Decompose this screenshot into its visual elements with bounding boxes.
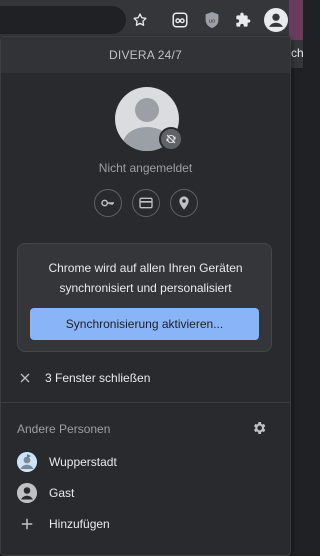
background-page: ch (289, 40, 304, 68)
passwords-button[interactable] (94, 189, 122, 217)
sign-in-status: Nicht angemeldet (98, 161, 193, 175)
manage-profiles-gear-icon[interactable] (251, 420, 267, 436)
location-pin-icon (179, 196, 189, 210)
sync-promo-text: Chrome wird auf allen Ihren Geräten sync… (48, 261, 243, 295)
payment-methods-button[interactable] (132, 189, 160, 217)
other-people-heading: Andere Personen (17, 422, 111, 436)
sync-promo-card: Chrome wird auf allen Ihren Geräten sync… (17, 243, 272, 352)
add-profile-label: Hinzufügen (49, 517, 110, 531)
sync-paused-icon (159, 127, 183, 151)
menu-divider (1, 402, 290, 403)
profile-name-header: DIVERA 24/7 (1, 37, 290, 73)
svg-text:uo: uo (209, 18, 215, 24)
add-profile-item[interactable]: Hinzufügen (1, 509, 290, 539)
profile-item-wupperstadt[interactable]: Wupperstadt (1, 447, 290, 477)
background-text: ch (291, 46, 304, 60)
close-icon (17, 370, 33, 386)
turn-on-sync-button[interactable]: Synchronisierung aktivieren... (30, 308, 259, 340)
profile-icon[interactable] (264, 8, 288, 32)
ublock-icon[interactable]: uo (202, 10, 222, 30)
profile-item-label: Wupperstadt (49, 455, 117, 469)
profile-menu: DIVERA 24/7 Nicht angemeldet Chrome wird… (0, 36, 291, 556)
key-icon (101, 199, 114, 207)
close-windows-item[interactable]: 3 Fenster schließen (1, 363, 290, 393)
star-icon[interactable] (130, 10, 150, 30)
profile-item-guest[interactable]: Gast (1, 478, 290, 508)
extensions-icon[interactable] (233, 10, 253, 30)
credit-card-icon (139, 197, 153, 209)
window-edge (289, 0, 303, 40)
plus-icon (17, 514, 37, 534)
close-windows-label: 3 Fenster schließen (45, 371, 151, 385)
profile-item-label: Gast (49, 486, 75, 500)
guest-icon (17, 483, 37, 503)
profile-picture-icon (17, 452, 37, 472)
reading-mode-icon[interactable] (170, 10, 190, 30)
addresses-button[interactable] (170, 189, 198, 217)
address-bar[interactable] (0, 6, 126, 34)
browser-toolbar: uo (0, 0, 303, 40)
